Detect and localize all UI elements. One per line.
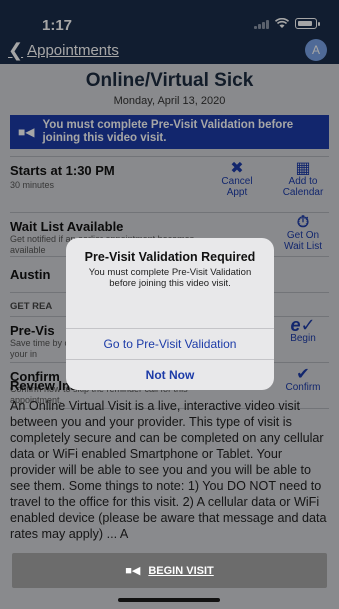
home-indicator[interactable] bbox=[118, 598, 220, 602]
go-to-previsit-validation-button[interactable]: Go to Pre-Visit Validation bbox=[66, 328, 274, 359]
begin-visit-button[interactable]: ■◀ BEGIN VISIT bbox=[12, 553, 327, 588]
dialog-message: You must complete Pre-Visit Validation b… bbox=[88, 267, 252, 289]
video-camera-icon: ■◀ bbox=[125, 565, 141, 577]
dialog-title: Pre-Visit Validation Required bbox=[84, 250, 256, 264]
not-now-button[interactable]: Not Now bbox=[66, 359, 274, 390]
previsit-alert-dialog: Pre-Visit Validation Required You must c… bbox=[66, 238, 274, 390]
begin-visit-label: BEGIN VISIT bbox=[148, 564, 214, 577]
